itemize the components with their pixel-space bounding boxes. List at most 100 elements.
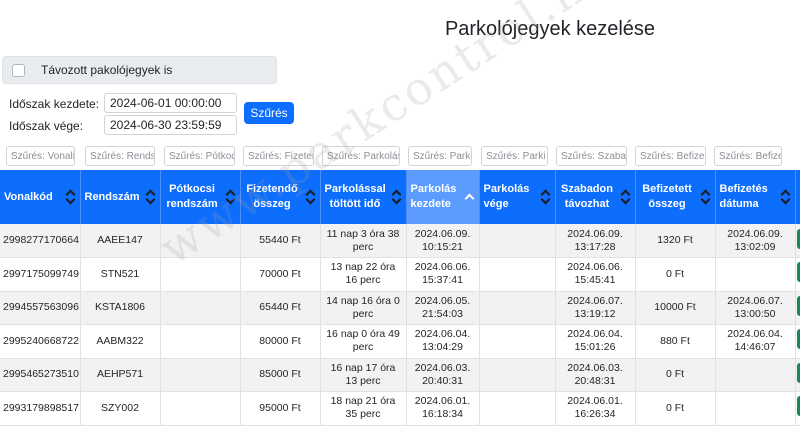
- cell-datum: 2024.06.09. 13:02:09: [715, 224, 796, 258]
- col-header-label: Parkolás vége: [483, 183, 530, 210]
- cell-fizetendo: 85000 Ft: [240, 358, 321, 392]
- col-header-label: Befizetett összeg: [642, 183, 692, 210]
- cell-potkocsi: [160, 291, 241, 325]
- cell-kezdete: 2024.06.09. 10:15:21: [406, 224, 480, 258]
- cell-befizetett: 0 Ft: [635, 391, 716, 426]
- cell-action: Sz: [795, 257, 800, 292]
- col-header-vege[interactable]: Parkolás vége: [479, 170, 556, 224]
- cell-vege: [479, 224, 556, 258]
- filter-input-kezdete[interactable]: Szűrés: Parko: [408, 146, 472, 166]
- cell-datum: [715, 257, 796, 292]
- col-header-actions: [795, 170, 800, 224]
- sort-icon[interactable]: [622, 190, 630, 204]
- cell-kezdete: 2024.06.06. 15:37:41: [406, 257, 480, 292]
- period-end-input[interactable]: 2024-06-30 23:59:59: [104, 115, 237, 135]
- sort-icon[interactable]: [147, 190, 155, 204]
- cell-szabadon: 2024.06.03. 20:48:31: [555, 358, 636, 392]
- sort-icon[interactable]: [67, 190, 75, 204]
- col-header-vonalkod[interactable]: Vonalkód: [0, 170, 81, 224]
- col-header-label: Parkolás kezdete: [410, 183, 457, 210]
- cell-vonalkod: 2994557563096: [0, 291, 81, 325]
- cell-vege: [479, 391, 556, 426]
- parking-tickets-table: Vonalkód Rendszám Pótkocsi rendszám Fize…: [0, 170, 800, 426]
- cell-kezdete: 2024.06.01. 16:18:34: [406, 391, 480, 426]
- cell-ido: 16 nap 0 óra 49 perc: [320, 324, 407, 359]
- period-start-input[interactable]: 2024-06-01 00:00:00: [104, 93, 237, 113]
- col-header-befizetett[interactable]: Befizetett összeg: [635, 170, 716, 224]
- cell-kezdete: 2024.06.05. 21:54:03: [406, 291, 480, 325]
- filter-input-rendszam[interactable]: Szűrés: Rendsz: [85, 146, 155, 166]
- cell-kezdete: 2024.06.03. 20:40:31: [406, 358, 480, 392]
- sort-icon[interactable]: [782, 190, 790, 204]
- col-header-potkocsi[interactable]: Pótkocsi rendszám: [160, 170, 241, 224]
- row-action-button[interactable]: Sz: [796, 329, 800, 350]
- cell-vege: [479, 358, 556, 392]
- filter-input-datum[interactable]: Szűrés: Befize: [714, 146, 782, 166]
- cell-action: Sz: [795, 224, 800, 258]
- cell-action: Sz: [795, 291, 800, 325]
- sort-icon[interactable]: [393, 190, 401, 204]
- filter-input-ido[interactable]: Szűrés: Parkolás: [322, 146, 400, 166]
- table-row[interactable]: 2997175099749 STN521 70000 Ft 13 nap 22 …: [0, 257, 800, 292]
- table-row[interactable]: 2998277170664 AAEE147 55440 Ft 11 nap 3 …: [0, 224, 800, 258]
- cell-ido: 18 nap 21 óra 35 perc: [320, 391, 407, 426]
- filter-input-befizetett[interactable]: Szűrés: Befizet: [635, 146, 706, 166]
- row-action-button[interactable]: Sz: [796, 228, 800, 249]
- col-header-label: Rendszám: [84, 190, 140, 203]
- cell-fizetendo: 95000 Ft: [240, 391, 321, 426]
- table-row[interactable]: 2995465273510 AEHP571 85000 Ft 16 nap 17…: [0, 358, 800, 392]
- col-header-szabadon[interactable]: Szabadon távozhat: [555, 170, 636, 224]
- cell-ido: 16 nap 17 óra 13 perc: [320, 358, 407, 392]
- cell-vonalkod: 2998277170664: [0, 224, 81, 258]
- cell-potkocsi: [160, 224, 241, 258]
- row-action-button[interactable]: Sz: [796, 362, 800, 383]
- table-row[interactable]: 2993179898517 SZY002 95000 Ft 18 nap 21 …: [0, 391, 800, 426]
- col-header-label: Befizetés dátuma: [719, 183, 768, 210]
- period-start-label: Időszak kezdete:: [9, 97, 100, 111]
- sort-icon[interactable]: [227, 190, 235, 204]
- cell-potkocsi: [160, 391, 241, 426]
- cell-datum: 2024.06.04. 14:46:07: [715, 324, 796, 359]
- col-header-ido[interactable]: Parkolással töltött idő: [320, 170, 407, 224]
- sort-icon[interactable]: [702, 190, 710, 204]
- departed-tickets-checkbox[interactable]: [12, 63, 25, 77]
- col-header-datum[interactable]: Befizetés dátuma: [715, 170, 796, 224]
- cell-rendszam: SZY002: [80, 391, 161, 426]
- cell-fizetendo: 55440 Ft: [240, 224, 321, 258]
- sort-ascending-icon[interactable]: [466, 190, 474, 204]
- row-action-button[interactable]: Sz: [796, 396, 800, 417]
- table-row[interactable]: 2995240668722 AABM322 80000 Ft 16 nap 0 …: [0, 324, 800, 359]
- cell-vege: [479, 324, 556, 359]
- table-row[interactable]: 2994557563096 KSTA1806 65440 Ft 14 nap 1…: [0, 291, 800, 325]
- cell-vonalkod: 2993179898517: [0, 391, 81, 426]
- cell-szabadon: 2024.06.06. 15:45:41: [555, 257, 636, 292]
- col-header-fizetendo[interactable]: Fizetendő összeg: [240, 170, 321, 224]
- sort-icon[interactable]: [542, 190, 550, 204]
- cell-rendszam: STN521: [80, 257, 161, 292]
- cell-szabadon: 2024.06.09. 13:17:28: [555, 224, 636, 258]
- col-header-rendszam[interactable]: Rendszám: [80, 170, 161, 224]
- cell-ido: 13 nap 22 óra 16 perc: [320, 257, 407, 292]
- cell-datum: 2024.06.07. 13:00:50: [715, 291, 796, 325]
- filter-input-vonalkod[interactable]: Szűrés: Vonali: [6, 146, 75, 166]
- cell-vonalkod: 2995240668722: [0, 324, 81, 359]
- col-header-label: Vonalkód: [4, 190, 53, 203]
- sort-icon[interactable]: [307, 190, 315, 204]
- cell-befizetett: 1320 Ft: [635, 224, 716, 258]
- col-header-label: Pótkocsi rendszám: [166, 183, 218, 210]
- cell-fizetendo: 70000 Ft: [240, 257, 321, 292]
- table-header-row: Vonalkód Rendszám Pótkocsi rendszám Fize…: [0, 170, 800, 224]
- filter-input-potkocsi[interactable]: Szűrés: Pótkoc: [164, 146, 235, 166]
- row-action-button[interactable]: Sz: [796, 295, 800, 316]
- cell-rendszam: AEHP571: [80, 358, 161, 392]
- cell-vonalkod: 2995465273510: [0, 358, 81, 392]
- filter-input-fizetendo[interactable]: Szűrés: Fizeter: [243, 146, 314, 166]
- row-action-button[interactable]: Sz: [796, 262, 800, 283]
- col-header-kezdete[interactable]: Parkolás kezdete: [406, 170, 480, 224]
- cell-action: Sz: [795, 358, 800, 392]
- cell-szabadon: 2024.06.01. 16:26:34: [555, 391, 636, 426]
- departed-tickets-toggle[interactable]: Távozott pakolójegyek is: [2, 56, 277, 84]
- filter-button[interactable]: Szűrés: [244, 102, 294, 124]
- filter-input-vege[interactable]: Szűrés: Parki: [481, 146, 548, 166]
- filter-input-szabadon[interactable]: Szűrés: Szabac: [556, 146, 627, 166]
